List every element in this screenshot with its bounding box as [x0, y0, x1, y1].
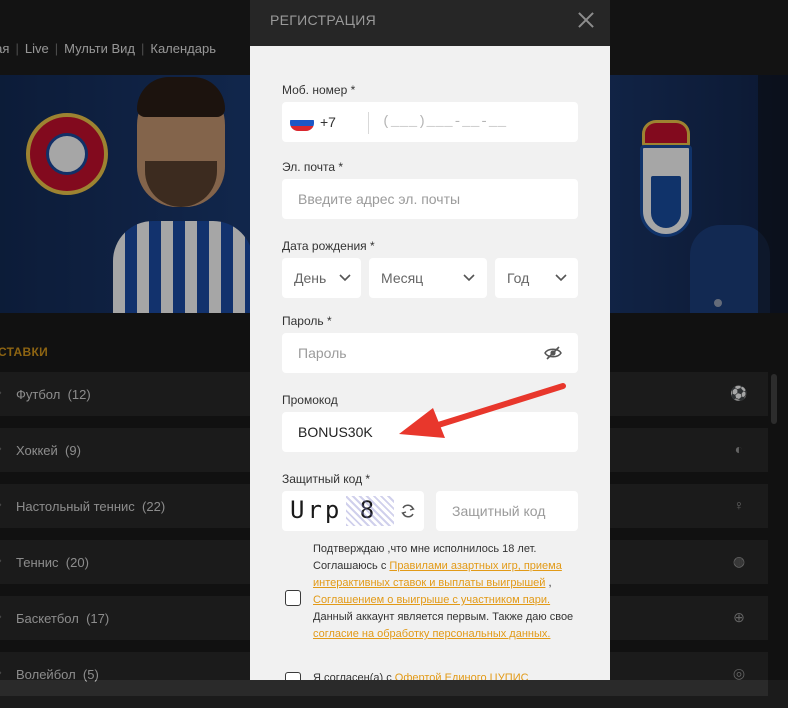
offer-link[interactable]: Офертой Единого ЦУПИС: [395, 672, 529, 680]
chevron-down-icon: [463, 274, 475, 282]
promo-value: BONUS30K: [298, 424, 373, 440]
captcha-placeholder: Защитный код: [452, 503, 546, 519]
password-field[interactable]: Пароль: [282, 333, 578, 373]
modal-title: РЕГИСТРАЦИЯ: [270, 12, 377, 28]
password-placeholder: Пароль: [298, 345, 347, 361]
russia-flag-icon[interactable]: [290, 114, 314, 131]
phone-label: Моб. номер *: [282, 83, 356, 97]
personal-data-link[interactable]: согласие на обработку персональных данны…: [313, 628, 550, 640]
terms-text: Подтверждаю ,что мне исполнилось 18 лет.…: [313, 541, 577, 643]
terms-text-part: ,: [545, 577, 552, 589]
password-label: Пароль *: [282, 314, 332, 328]
agreement-link[interactable]: Соглашением о выигрыше с участником пари…: [313, 594, 550, 606]
email-field[interactable]: Введите адрес эл. почты: [282, 179, 578, 219]
promo-label: Промокод: [282, 393, 338, 407]
captcha-input[interactable]: Защитный код: [436, 491, 578, 531]
phone-country-code: +7: [320, 114, 336, 130]
red-arrow-annotation: [399, 383, 566, 438]
captcha-image: Urp 8: [286, 494, 394, 528]
terms-text-part: Данный аккаунт является первым. Также да…: [313, 611, 574, 623]
close-icon[interactable]: [576, 10, 596, 30]
terms-checkbox[interactable]: [285, 590, 301, 606]
phone-input[interactable]: (___)___-__-__: [382, 114, 507, 130]
birth-month-value: Месяц: [381, 270, 424, 286]
captcha-label: Защитный код *: [282, 472, 371, 486]
modal-header: РЕГИСТРАЦИЯ: [250, 0, 610, 46]
eye-off-icon[interactable]: [544, 346, 562, 360]
offer-text-part: Я согласен(а) с: [313, 672, 395, 680]
email-label: Эл. почта *: [282, 160, 344, 174]
birthdate-label: Дата рождения *: [282, 239, 375, 253]
birth-month-select[interactable]: Месяц: [369, 258, 487, 298]
birth-year-select[interactable]: Год: [495, 258, 578, 298]
offer-checkbox[interactable]: [285, 672, 301, 680]
birth-day-value: День: [294, 270, 327, 286]
birth-year-value: Год: [507, 270, 530, 286]
chevron-down-icon: [339, 274, 351, 282]
captcha-box: Urp 8: [282, 491, 424, 531]
phone-field[interactable]: +7 (___)___-__-__: [282, 102, 578, 142]
registration-modal: РЕГИСТРАЦИЯ Моб. номер * +7 (___)___-__-…: [250, 0, 610, 680]
refresh-icon[interactable]: [400, 503, 416, 519]
chevron-down-icon: [555, 274, 567, 282]
offer-text: Я согласен(а) с Офертой Единого ЦУПИС: [313, 670, 577, 680]
birth-day-select[interactable]: День: [282, 258, 361, 298]
divider: [368, 112, 369, 134]
email-placeholder: Введите адрес эл. почты: [298, 191, 461, 207]
